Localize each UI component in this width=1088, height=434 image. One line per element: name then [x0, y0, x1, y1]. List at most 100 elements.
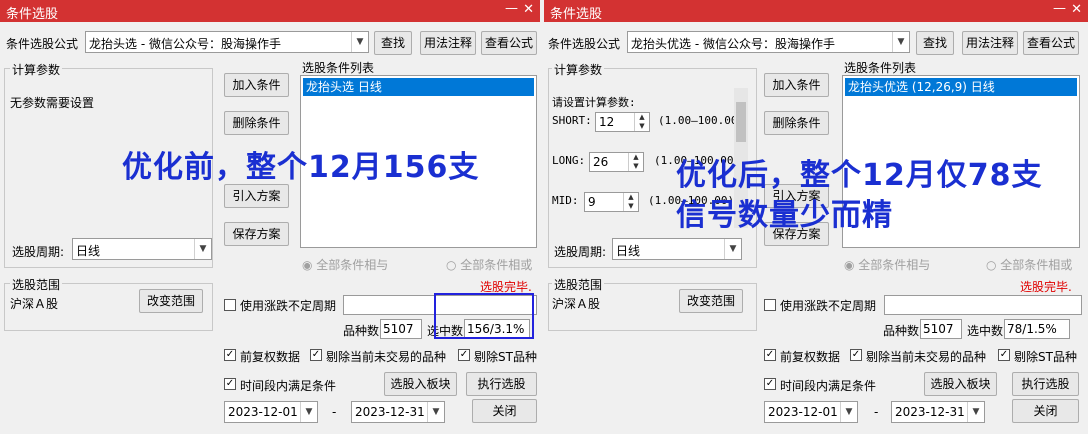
param-long-stepper[interactable]: 26 ▲ ▼	[589, 152, 644, 172]
chevron-down-icon[interactable]: ▼	[840, 402, 857, 422]
opt1-label: 前复权数据	[240, 350, 301, 364]
title-bar: 条件选股 — ✕	[0, 0, 540, 22]
change-scope-button[interactable]: 改变范围	[679, 289, 743, 313]
period-label: 选股周期:	[12, 245, 65, 259]
close-icon[interactable]: ✕	[1071, 2, 1082, 17]
radio-all-or-label: 全部条件相或	[460, 258, 533, 272]
minimize-icon[interactable]: —	[505, 1, 518, 16]
scope-value: 沪深Ａ股	[552, 297, 601, 311]
close-button[interactable]: 关闭	[472, 399, 537, 423]
param-mid-stepper[interactable]: 9 ▲ ▼	[584, 192, 639, 212]
radio-all-and[interactable]: ◉ 全部条件相与	[844, 256, 930, 273]
formula-label: 条件选股公式	[6, 37, 79, 51]
count-value: 5107	[923, 322, 954, 336]
param-short-name: SHORT:	[552, 114, 592, 127]
opt1-checkbox[interactable]: ✓	[764, 349, 776, 361]
variable-period-checkbox[interactable]	[224, 299, 236, 311]
view-formula-button[interactable]: 查看公式	[1023, 31, 1079, 55]
chevron-down-icon[interactable]: ▼	[194, 239, 211, 259]
radio-all-or[interactable]: ○ 全部条件相或	[986, 256, 1072, 273]
param-long-value: 26	[593, 155, 609, 169]
calc-params-label: 计算参数	[10, 61, 63, 78]
period-select[interactable]: 日线 ▼	[612, 238, 742, 260]
variable-period-input[interactable]	[884, 295, 1082, 315]
params-prompt: 请设置计算参数:	[552, 96, 636, 109]
date-to-select[interactable]: 2023-12-31 ▼	[891, 401, 985, 423]
scope-label: 选股范围	[10, 276, 63, 293]
radio-all-or-label: 全部条件相或	[1000, 258, 1073, 272]
opt3-checkbox[interactable]: ✓	[998, 349, 1010, 361]
chevron-down-icon[interactable]: ▼	[724, 239, 741, 259]
chevron-down-icon[interactable]: ▼	[351, 32, 368, 52]
opt4-checkbox[interactable]: ✓	[764, 378, 776, 390]
opt4-checkbox[interactable]: ✓	[224, 378, 236, 390]
chevron-down-icon[interactable]: ▼	[967, 402, 984, 422]
right-window: 条件选股 — ✕ 条件选股公式 龙抬头优选 - 微信公众号：股海操作手 ▼ 查找…	[544, 0, 1088, 434]
radio-all-and[interactable]: ◉ 全部条件相与	[302, 256, 388, 273]
date-separator: -	[874, 405, 879, 419]
opt2-checkbox[interactable]: ✓	[310, 349, 322, 361]
delete-condition-button[interactable]: 删除条件	[764, 111, 829, 135]
add-condition-button[interactable]: 加入条件	[764, 73, 829, 97]
chevron-down-icon[interactable]: ▼	[300, 402, 317, 422]
scope-label: 选股范围	[552, 276, 605, 293]
to-block-button[interactable]: 选股入板块	[384, 372, 457, 396]
condition-list-item[interactable]: 龙抬头选 日线	[303, 78, 534, 96]
formula-select[interactable]: 龙抬头选 - 微信公众号：股海操作手 ▼	[85, 31, 369, 53]
date-to-select[interactable]: 2023-12-31 ▼	[351, 401, 445, 423]
save-plan-button[interactable]: 保存方案	[224, 222, 289, 246]
count-value: 5107	[383, 322, 414, 336]
condition-list-item[interactable]: 龙抬头优选 (12,26,9) 日线	[845, 78, 1077, 96]
find-button[interactable]: 查找	[374, 31, 412, 55]
to-block-button[interactable]: 选股入板块	[924, 372, 997, 396]
opt3-checkbox[interactable]: ✓	[458, 349, 470, 361]
date-from-value: 2023-12-01	[228, 405, 298, 419]
overlay-caption: 优化前，整个12月156支	[122, 150, 480, 185]
opt4-label: 时间段内满足条件	[780, 379, 877, 393]
view-formula-button[interactable]: 查看公式	[481, 31, 537, 55]
stepper-arrows-icon[interactable]: ▲ ▼	[634, 113, 649, 131]
date-from-select[interactable]: 2023-12-01 ▼	[764, 401, 858, 423]
close-button[interactable]: 关闭	[1012, 399, 1079, 423]
condition-list-label: 选股条件列表	[302, 61, 375, 75]
date-from-select[interactable]: 2023-12-01 ▼	[224, 401, 318, 423]
change-scope-button[interactable]: 改变范围	[139, 289, 203, 313]
variable-period-checkbox[interactable]	[764, 299, 776, 311]
usage-button[interactable]: 用法注释	[962, 31, 1018, 55]
opt3-label: 剔除ST品种	[474, 350, 537, 364]
no-params-text: 无参数需要设置	[10, 96, 95, 110]
add-condition-button[interactable]: 加入条件	[224, 73, 289, 97]
param-mid-value: 9	[588, 195, 596, 209]
close-icon[interactable]: ✕	[523, 2, 534, 17]
execute-button[interactable]: 执行选股	[1012, 372, 1079, 396]
chevron-down-icon[interactable]: ▼	[427, 402, 444, 422]
param-mid-name: MID:	[552, 194, 579, 207]
date-to-value: 2023-12-31	[895, 405, 965, 419]
opt2-checkbox[interactable]: ✓	[850, 349, 862, 361]
formula-select[interactable]: 龙抬头优选 - 微信公众号：股海操作手 ▼	[627, 31, 910, 53]
find-button[interactable]: 查找	[916, 31, 954, 55]
minimize-icon[interactable]: —	[1053, 1, 1066, 16]
usage-button[interactable]: 用法注释	[420, 31, 476, 55]
chevron-down-icon[interactable]: ▼	[892, 32, 909, 52]
opt1-checkbox[interactable]: ✓	[224, 349, 236, 361]
param-short-range: (1.00—100.00)	[658, 114, 745, 127]
params-scroll-thumb[interactable]	[736, 102, 746, 142]
calc-params-label: 计算参数	[552, 61, 605, 78]
stepper-arrows-icon[interactable]: ▲ ▼	[628, 153, 643, 171]
left-window: 条件选股 — ✕ 条件选股公式 龙抬头选 - 微信公众号：股海操作手 ▼ 查找 …	[0, 0, 540, 434]
radio-all-or[interactable]: ○ 全部条件相或	[446, 256, 532, 273]
radio-all-and-label: 全部条件相与	[858, 258, 931, 272]
date-separator: -	[332, 405, 337, 419]
stepper-arrows-icon[interactable]: ▲ ▼	[623, 193, 638, 211]
execute-button[interactable]: 执行选股	[466, 372, 537, 396]
delete-condition-button[interactable]: 删除条件	[224, 111, 289, 135]
scope-value: 沪深Ａ股	[10, 297, 59, 311]
import-plan-button[interactable]: 引入方案	[224, 184, 289, 208]
radio-all-and-label: 全部条件相与	[316, 258, 389, 272]
period-select[interactable]: 日线 ▼	[72, 238, 212, 260]
period-value: 日线	[616, 244, 641, 258]
selected-value: 78/1.5%	[1007, 322, 1057, 336]
opt3-label: 剔除ST品种	[1014, 350, 1077, 364]
param-short-stepper[interactable]: 12 ▲ ▼	[595, 112, 650, 132]
